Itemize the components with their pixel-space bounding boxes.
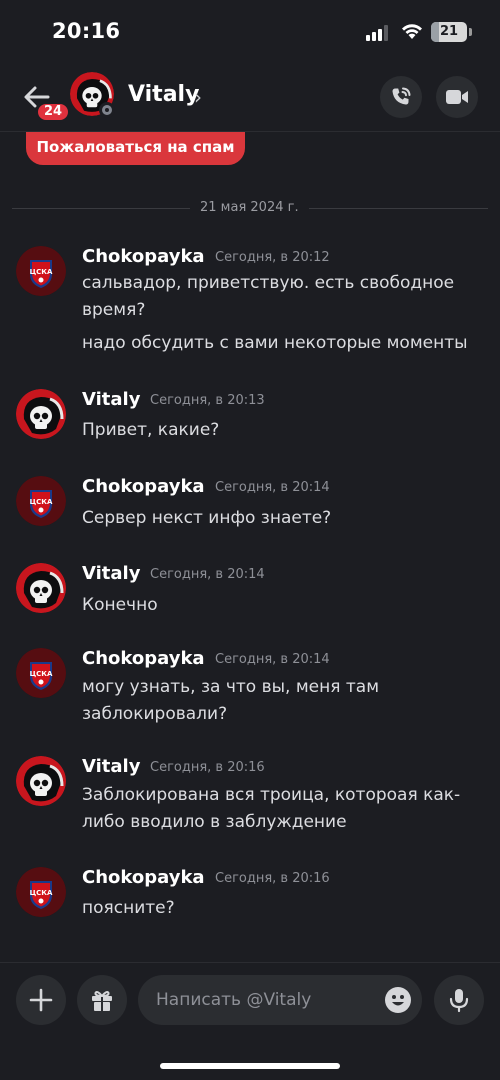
message-author[interactable]: Chokopayka (82, 867, 205, 888)
message-text: сальвадор, приветствую. есть свободное (82, 273, 455, 293)
message-timestamp: Сегодня, в 20:12 (215, 250, 330, 265)
skull-reaper-avatar-icon (16, 563, 66, 613)
message-text: Заблокирована вся троица, котороая как- (82, 785, 461, 805)
message-timestamp: Сегодня, в 20:16 (215, 871, 330, 886)
unread-count-badge: 24 (35, 101, 72, 123)
avatar[interactable] (16, 389, 66, 439)
message-text: могу узнать, за что вы, меня там (82, 677, 380, 697)
message-text: время? (82, 300, 146, 320)
message-text: Привет, какие? (82, 420, 220, 440)
message-author[interactable]: Vitaly (82, 756, 140, 777)
microphone-icon (449, 989, 469, 1013)
cska-logo-avatar-icon: ЦСКА (16, 867, 66, 917)
cellular-signal-icon (366, 25, 392, 41)
message-input-container[interactable] (138, 975, 422, 1025)
message-author[interactable]: Chokopayka (82, 246, 205, 267)
message-text: поясните? (82, 898, 175, 918)
gift-icon (92, 991, 112, 1011)
message-author[interactable]: Chokopayka (82, 476, 205, 497)
presence-status-icon (99, 102, 115, 118)
message-timestamp: Сегодня, в 20:14 (150, 567, 265, 582)
skull-reaper-avatar-icon (16, 756, 66, 806)
battery-tip (469, 28, 472, 36)
message-timestamp: Сегодня, в 20:14 (215, 652, 330, 667)
message-input[interactable] (156, 975, 376, 1025)
voice-message-button[interactable] (434, 975, 484, 1025)
avatar[interactable] (16, 756, 66, 806)
battery-level: 21 (439, 24, 459, 39)
avatar[interactable]: ЦСКА (16, 648, 66, 698)
avatar[interactable] (16, 563, 66, 613)
date-divider-label: 21 мая 2024 г. (190, 200, 309, 215)
message-text: Конечно (82, 595, 158, 615)
video-call-button[interactable] (436, 76, 478, 118)
message-timestamp: Сегодня, в 20:16 (150, 760, 265, 775)
message-text: Сервер некст инфо знаете? (82, 508, 332, 528)
message-author[interactable]: Chokopayka (82, 648, 205, 669)
cska-logo-avatar-icon: ЦСКА (16, 246, 66, 296)
home-indicator (160, 1063, 340, 1069)
message-text: надо обсудить с вами некоторые моменты (82, 333, 468, 353)
svg-text:ЦСКА: ЦСКА (30, 498, 53, 506)
svg-text:ЦСКА: ЦСКА (30, 889, 53, 897)
message-author[interactable]: Vitaly (82, 563, 140, 584)
attach-button[interactable] (16, 975, 66, 1025)
cska-logo-avatar-icon: ЦСКА (16, 476, 66, 526)
message-author[interactable]: Vitaly (82, 389, 140, 410)
status-time: 20:16 (52, 19, 121, 43)
avatar[interactable]: ЦСКА (16, 476, 66, 526)
chat-header: 24 Vitaly › (0, 64, 500, 132)
status-bar: 20:16 21 (0, 0, 500, 64)
avatar[interactable]: ЦСКА (16, 867, 66, 917)
emoji-icon[interactable] (384, 986, 412, 1014)
cska-logo-avatar-icon: ЦСКА (16, 648, 66, 698)
chevron-right-icon[interactable]: › (194, 85, 202, 109)
svg-text:ЦСКА: ЦСКА (30, 670, 53, 678)
voice-call-button[interactable] (380, 76, 422, 118)
contact-name[interactable]: Vitaly (128, 82, 199, 107)
avatar[interactable]: ЦСКА (16, 246, 66, 296)
message-text: либо вводило в заблуждение (82, 812, 347, 832)
phone-call-icon (392, 87, 411, 105)
svg-text:ЦСКА: ЦСКА (30, 268, 53, 276)
message-text: заблокировали? (82, 704, 228, 724)
plus-icon (29, 988, 53, 1012)
wifi-icon (402, 24, 422, 39)
message-timestamp: Сегодня, в 20:13 (150, 393, 265, 408)
report-spam-button[interactable]: Пожаловаться на спам (26, 132, 245, 165)
battery-icon: 21 (431, 22, 467, 42)
skull-reaper-avatar-icon (16, 389, 66, 439)
message-timestamp: Сегодня, в 20:14 (215, 480, 330, 495)
gift-button[interactable] (77, 975, 127, 1025)
video-camera-icon (446, 90, 468, 104)
